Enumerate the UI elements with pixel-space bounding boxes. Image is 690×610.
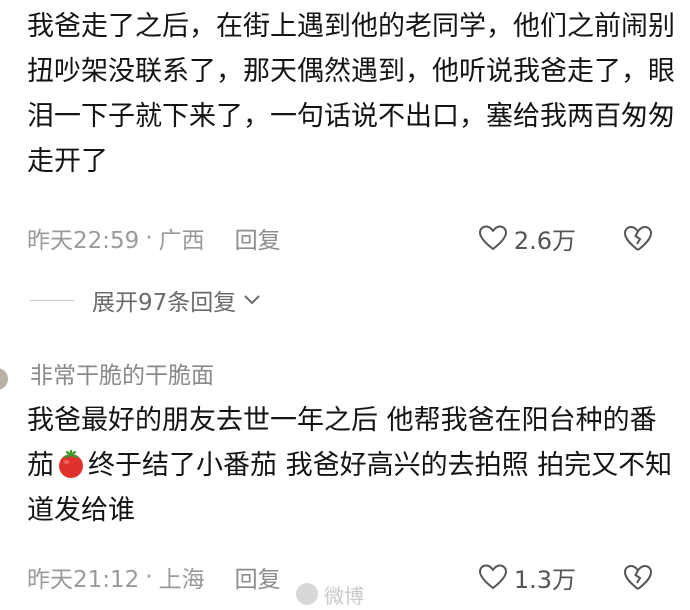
like-button[interactable]: 1.3万 [478,557,576,597]
comment-time: 昨天21:12 [27,567,140,593]
tomato-emoji-icon [59,449,83,478]
expand-replies-button[interactable]: 展开97条回复 [30,282,262,318]
weibo-logo-icon [296,583,318,605]
like-count: 1.3万 [513,565,576,594]
reply-button[interactable]: 回复 [235,560,281,594]
heart-icon [478,564,507,590]
username[interactable]: 非常干脆的干脆面 [30,356,214,390]
avatar[interactable] [0,368,8,390]
like-count: 2.6万 [513,226,576,255]
comment-location: 上海 [158,567,205,593]
comment-text: 我爸走了之后，在街上遇到他的老同学，他们之前闹别扭吵架没联系了，那天偶然遇到，他… [27,11,675,177]
divider-line [30,299,74,301]
broken-heart-icon[interactable] [622,223,654,253]
broken-heart-icon[interactable] [622,562,654,592]
reply-button[interactable]: 回复 [235,221,281,255]
heart-icon [478,225,507,251]
comment-text: 我爸最好的朋友去世一年之后 他帮我爸在阳台种的番茄 终于结了小番茄 我爸好高兴的… [27,398,676,533]
chevron-down-icon [244,295,260,305]
comment-location: 广西 [158,228,205,254]
expand-label: 展开97条回复 [92,290,237,316]
watermark: 微博 [296,580,364,608]
watermark-text: 微博 [324,583,364,608]
like-button[interactable]: 2.6万 [478,218,576,258]
meta-separator: · [145,564,153,590]
comment-time: 昨天22:59 [27,228,140,254]
comment-meta: 昨天22:59 · 广西 回复 2.6万 [27,218,676,258]
comment-text-part: 终于结了小番茄 我爸好高兴的去拍照 拍完又不知道发给谁 [27,450,673,526]
meta-separator: · [145,225,153,251]
